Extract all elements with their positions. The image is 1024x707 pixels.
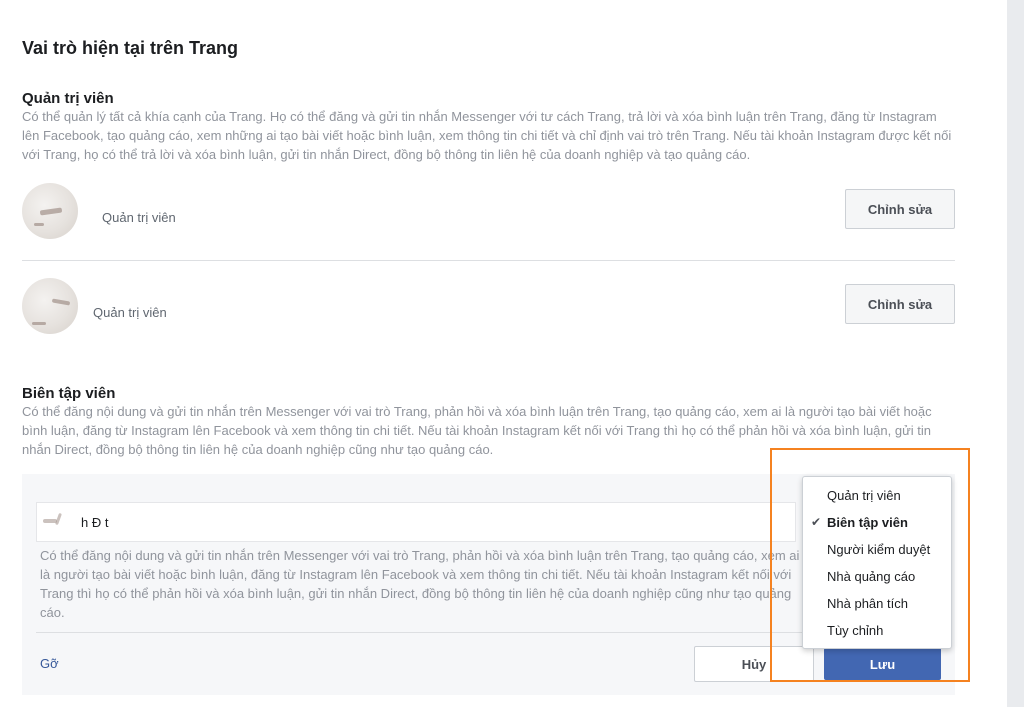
admin-section-description: Có thể quản lý tất cả khía cạnh của Tran… xyxy=(22,109,952,162)
role-option-custom[interactable]: Tùy chỉnh xyxy=(803,617,951,644)
editor-section-title: Biên tập viên xyxy=(22,385,116,402)
role-description: Có thể đăng nội dung và gửi tin nhắn trê… xyxy=(40,548,800,620)
admin-person-row: Quản trị viên Chỉnh sửa xyxy=(22,270,955,350)
person-name-field[interactable]: h Đ t xyxy=(36,502,796,542)
avatar xyxy=(22,278,78,334)
remove-link[interactable]: Gỡ xyxy=(40,656,59,671)
edit-admin-button[interactable]: Chỉnh sửa xyxy=(845,189,955,229)
save-button[interactable]: Lưu xyxy=(824,648,941,680)
admin-section-title: Quản trị viên xyxy=(22,90,114,107)
admin-role-label: Quản trị viên xyxy=(102,210,176,225)
role-option-moderator[interactable]: Người kiểm duyệt xyxy=(803,536,951,563)
role-option-admin[interactable]: Quản trị viên xyxy=(803,482,951,509)
role-option-analyst[interactable]: Nhà phân tích xyxy=(803,590,951,617)
checkmark-icon: ✔ xyxy=(811,515,822,529)
role-option-editor[interactable]: ✔ Biên tập viên xyxy=(803,509,951,536)
page-side-scroll-area xyxy=(1007,0,1024,707)
cancel-button[interactable]: Hủy xyxy=(694,646,814,682)
avatar xyxy=(22,183,78,239)
role-option-advertiser[interactable]: Nhà quảng cáo xyxy=(803,563,951,590)
role-dropdown-menu: Quản trị viên ✔ Biên tập viên Người kiểm … xyxy=(802,476,952,649)
edit-admin-button[interactable]: Chỉnh sửa xyxy=(845,284,955,324)
admin-role-label: Quản trị viên xyxy=(93,305,167,320)
avatar xyxy=(39,505,73,539)
person-name: h Đ t xyxy=(81,515,109,530)
page-title: Vai trò hiện tại trên Trang xyxy=(22,38,239,58)
editor-section-description: Có thể đăng nội dung và gửi tin nhắn trê… xyxy=(22,404,932,457)
row-divider xyxy=(22,260,955,261)
admin-person-row: Quản trị viên Chỉnh sửa xyxy=(22,175,955,255)
